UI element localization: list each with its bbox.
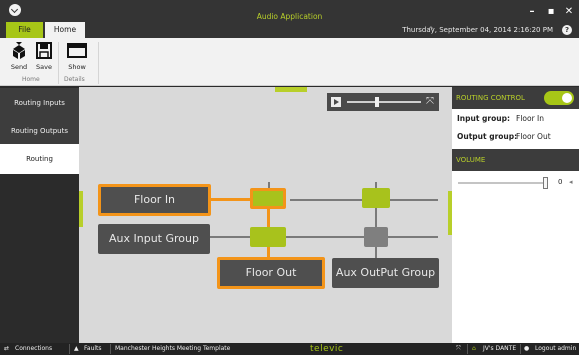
zoom-slider-thumb[interactable] [375, 97, 379, 107]
crosspoint-aux-in-floor-out[interactable] [250, 227, 286, 247]
tab-home[interactable]: Home [45, 22, 85, 38]
volume-slider-track[interactable] [458, 182, 546, 184]
send-button[interactable]: Send [6, 41, 32, 71]
output-group-aux[interactable]: Aux OutPut Group [332, 258, 439, 288]
input-group-floor-in[interactable]: Floor In [98, 184, 211, 216]
save-label: Save [36, 63, 52, 71]
crosspoint-floor-in-floor-out[interactable] [250, 188, 286, 209]
route-line-col-1-mid [267, 208, 270, 228]
output-group-key: Output group: [457, 132, 518, 141]
status-separator [467, 344, 468, 354]
show-button[interactable]: Show [64, 41, 90, 71]
sidebar-item-routing[interactable]: Routing [0, 144, 79, 175]
connections-icon: ⇄ [4, 345, 10, 352]
route-line-col-2-bottom [375, 247, 377, 258]
routing-control-toggle[interactable] [544, 91, 574, 105]
input-group-value: Floor In [516, 114, 545, 123]
connections-label[interactable]: Connections [15, 343, 52, 355]
maximize-button[interactable]: ▪ [545, 6, 557, 18]
network-icon[interactable]: ⤧ [456, 343, 461, 355]
left-expand-handle[interactable] [79, 191, 83, 227]
show-label: Show [68, 63, 86, 71]
warning-icon: ▲ [74, 345, 79, 352]
minimize-button[interactable]: – [526, 6, 538, 18]
home-icon: ⌂ [472, 345, 476, 352]
datetime-label: Thursday, September 04, 2014 2:16:20 PM [402, 26, 553, 34]
ribbon-group-details-label: Details [64, 76, 85, 83]
window-title: Audio Application [256, 12, 323, 21]
play-icon[interactable] [331, 97, 341, 107]
routing-canvas[interactable]: ⤧ Floor In Aux Input Group Floor Out Aux… [79, 87, 452, 343]
route-line-floor-in [210, 198, 252, 201]
sidebar-item-routing-inputs[interactable]: Routing Inputs [0, 88, 79, 119]
save-button[interactable]: Save [31, 41, 57, 71]
volume-value: 0 [558, 178, 563, 186]
ribbon: Send Save Show Home Details [0, 38, 579, 86]
route-line-row-2 [210, 236, 438, 238]
help-icon[interactable]: ? [562, 25, 572, 35]
sidebar-item-routing-outputs[interactable]: Routing Outputs [0, 116, 79, 147]
status-separator [69, 344, 70, 354]
template-label: Manchester Heights Meeting Template [115, 345, 231, 352]
send-icon [13, 42, 25, 59]
top-expand-handle[interactable] [275, 87, 307, 92]
status-bar: ⇄ Connections ▲ Faults Manchester Height… [0, 343, 579, 355]
ribbon-group-home-label: Home [22, 76, 40, 83]
crosspoint-aux-in-aux-out[interactable] [364, 227, 388, 247]
status-separator [520, 344, 521, 354]
send-label: Send [10, 63, 28, 71]
brand-logo: televic [310, 344, 344, 354]
crosspoint-floor-in-aux-out[interactable] [362, 188, 390, 208]
volume-header: VOLUME [452, 149, 579, 171]
save-icon [36, 42, 52, 59]
volume-title: VOLUME [456, 156, 486, 164]
close-button[interactable]: ✕ [563, 6, 575, 18]
output-group-floor-out[interactable]: Floor Out [217, 257, 325, 289]
volume-slider-thumb[interactable] [543, 177, 548, 189]
input-group-key: Input group: [457, 114, 510, 123]
fit-to-screen-icon[interactable]: ⤧ [426, 96, 434, 108]
ribbon-separator [98, 42, 99, 84]
output-group-value: Floor Out [516, 132, 551, 141]
routing-control-header: ROUTING CONTROL [452, 87, 579, 109]
logout-label[interactable]: Logout admin [535, 343, 576, 355]
title-bar: Audio Application – ▪ ✕ File Home ^ Thur… [0, 0, 579, 38]
show-icon [67, 43, 87, 58]
routing-control-title: ROUTING CONTROL [456, 94, 525, 102]
route-line-col-2-mid [375, 208, 377, 228]
routing-control-panel: ROUTING CONTROL Input group: Floor In Ou… [452, 87, 579, 343]
zoom-slider-track[interactable] [347, 101, 421, 103]
status-separator [110, 344, 111, 354]
user-icon: ● [524, 345, 530, 352]
tab-file[interactable]: File [6, 22, 43, 38]
sidebar: Routing Inputs Routing Outputs Routing [0, 87, 79, 343]
zoom-control: ⤧ [327, 93, 439, 111]
faults-label[interactable]: Faults [84, 343, 102, 355]
input-group-aux[interactable]: Aux Input Group [98, 224, 210, 254]
speaker-icon[interactable]: ◂ [569, 178, 573, 186]
ribbon-separator [58, 42, 59, 84]
dante-label[interactable]: JV's DANTE [483, 343, 516, 355]
